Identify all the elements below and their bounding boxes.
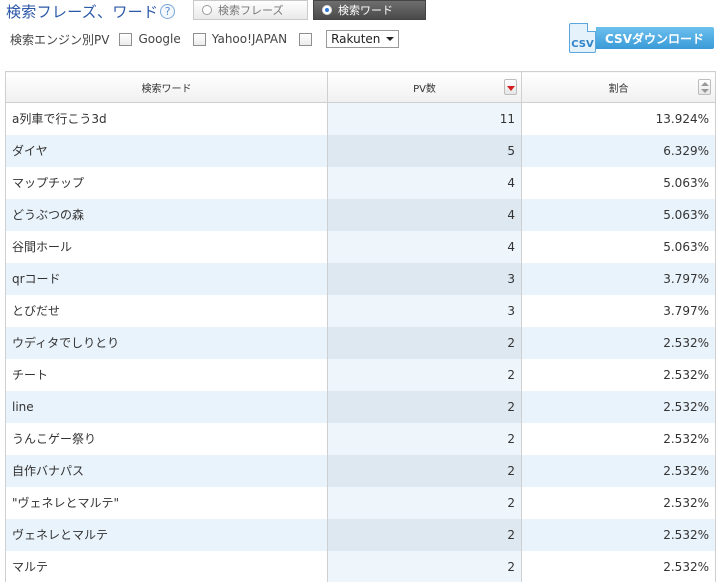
keyword-cell: ウディタでしりとり	[5, 326, 328, 359]
help-icon[interactable]: ?	[160, 4, 176, 19]
ratio-cell: 5.063%	[521, 198, 716, 231]
pv-cell: 2	[327, 550, 522, 582]
other-filter[interactable]	[299, 32, 318, 46]
pv-cell: 3	[327, 262, 522, 295]
table-row: マップチップ 4 5.063%	[5, 166, 716, 199]
yahoo-filter[interactable]: Yahoo!JAPAN	[192, 32, 288, 46]
column-header-ratio-label: 割合	[608, 83, 629, 95]
pv-cell: 2	[327, 518, 522, 551]
search-phrase-toggle[interactable]: 検索フレーズ	[193, 0, 308, 20]
keyword-cell: ヴェネレとマルテ	[5, 518, 328, 551]
table-row: "ヴェネレとマルテ" 2 2.532%	[5, 486, 716, 519]
csv-download-button[interactable]: CSV CSVダウンロード	[569, 23, 714, 53]
column-header-ratio[interactable]: 割合	[521, 71, 716, 103]
pv-cell: 2	[327, 390, 522, 423]
ratio-cell: 5.063%	[521, 230, 716, 263]
ratio-cell: 2.532%	[521, 390, 716, 423]
keyword-cell: ダイヤ	[5, 134, 328, 167]
page-title-text: 検索フレーズ、ワード	[6, 3, 159, 21]
ratio-cell: 5.063%	[521, 166, 716, 199]
table-row: 谷間ホール 4 5.063%	[5, 230, 716, 263]
table-row: 自作バナパス 2 2.532%	[5, 454, 716, 487]
google-filter[interactable]: Google	[119, 32, 181, 46]
ratio-cell: 3.797%	[521, 294, 716, 327]
google-label: Google	[138, 32, 181, 46]
ratio-cell: 2.532%	[521, 454, 716, 487]
table-row: どうぶつの森 4 5.063%	[5, 198, 716, 231]
other-engine-checkbox[interactable]	[299, 32, 313, 46]
table-row: うんこゲー祭り 2 2.532%	[5, 422, 716, 455]
table-header-row: 検索ワード PV数 割合	[5, 71, 716, 103]
table-row: チート 2 2.532%	[5, 358, 716, 391]
chevron-down-icon	[386, 37, 395, 41]
keyword-cell: マップチップ	[5, 166, 328, 199]
pv-cell: 3	[327, 294, 522, 327]
sort-icon[interactable]	[698, 79, 711, 95]
pv-cell: 2	[327, 326, 522, 359]
ratio-cell: 13.924%	[521, 102, 716, 135]
table-row: とびだせ 3 3.797%	[5, 294, 716, 327]
column-header-pv[interactable]: PV数	[327, 71, 522, 103]
table-row: ダイヤ 5 6.329%	[5, 134, 716, 167]
keyword-cell: qrコード	[5, 262, 328, 295]
csv-download-label: CSVダウンロード	[593, 27, 714, 49]
page-title: 検索フレーズ、ワード ?	[6, 1, 176, 22]
search-word-toggle[interactable]: 検索ワード	[313, 0, 426, 20]
keyword-cell: 谷間ホール	[5, 230, 328, 263]
search-word-label: 検索ワード	[338, 4, 393, 17]
table-row: ヴェネレとマルテ 2 2.532%	[5, 518, 716, 551]
keyword-cell: line	[5, 390, 328, 423]
ratio-cell: 2.532%	[521, 550, 716, 582]
search-phrase-label: 検索フレーズ	[218, 4, 284, 17]
keyword-table: 検索ワード PV数 割合 a列車で行こう3d 11 13.924% ダイヤ 5 6.329…	[5, 71, 716, 582]
pv-cell: 2	[327, 486, 522, 519]
table-row: ウディタでしりとり 2 2.532%	[5, 326, 716, 359]
table-row: a列車で行こう3d 11 13.924%	[5, 102, 716, 135]
pv-cell: 5	[327, 134, 522, 167]
column-header-word-label: 検索ワード	[141, 83, 192, 95]
keyword-cell: a列車で行こう3d	[5, 102, 328, 135]
keyword-cell: チート	[5, 358, 328, 391]
pv-cell: 4	[327, 230, 522, 263]
column-header-word[interactable]: 検索ワード	[5, 71, 328, 103]
yahoo-checkbox[interactable]	[192, 32, 206, 46]
keyword-cell: "ヴェネレとマルテ"	[5, 486, 328, 519]
ratio-cell: 2.532%	[521, 358, 716, 391]
keyword-cell: どうぶつの森	[5, 198, 328, 231]
table-row: line 2 2.532%	[5, 390, 716, 423]
ratio-cell: 2.532%	[521, 518, 716, 551]
column-header-pv-label: PV数	[413, 83, 436, 95]
csv-file-icon: CSV	[569, 23, 597, 53]
pv-cell: 11	[327, 102, 522, 135]
pv-cell: 2	[327, 358, 522, 391]
engine-filter-label: 検索エンジン別PV	[10, 32, 110, 47]
keyword-cell: とびだせ	[5, 294, 328, 327]
engine-select[interactable]: Rakuten	[326, 30, 400, 48]
yahoo-label: Yahoo!JAPAN	[211, 32, 288, 46]
radio-unselected-icon	[202, 5, 212, 15]
pv-cell: 2	[327, 422, 522, 455]
sort-desc-icon[interactable]	[504, 79, 517, 95]
keyword-cell: 自作バナパス	[5, 454, 328, 487]
table-row: qrコード 3 3.797%	[5, 262, 716, 295]
ratio-cell: 2.532%	[521, 326, 716, 359]
table-row: マルテ 2 2.532%	[5, 550, 716, 582]
radio-selected-icon	[322, 5, 332, 15]
ratio-cell: 3.797%	[521, 262, 716, 295]
keyword-cell: マルテ	[5, 550, 328, 582]
pv-cell: 4	[327, 166, 522, 199]
engine-filter: 検索エンジン別PV Google Yahoo!JAPAN Rakuten	[10, 30, 400, 48]
google-checkbox[interactable]	[119, 32, 133, 46]
engine-select-value: Rakuten	[331, 32, 381, 46]
keyword-cell: うんこゲー祭り	[5, 422, 328, 455]
ratio-cell: 2.532%	[521, 422, 716, 455]
pv-cell: 2	[327, 454, 522, 487]
pv-cell: 4	[327, 198, 522, 231]
ratio-cell: 6.329%	[521, 134, 716, 167]
ratio-cell: 2.532%	[521, 486, 716, 519]
